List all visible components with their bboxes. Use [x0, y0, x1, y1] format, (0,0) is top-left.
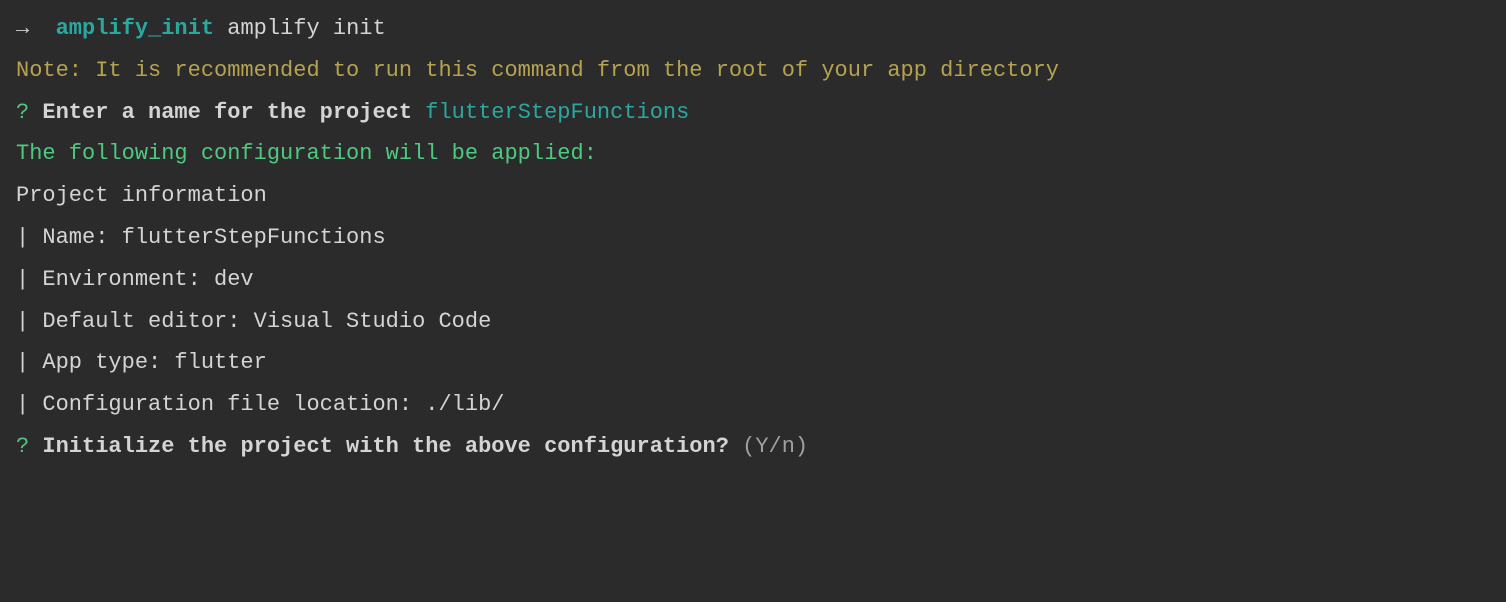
prompt-directory: amplify_init	[56, 16, 214, 41]
note-line: Note: It is recommended to run this comm…	[16, 50, 1490, 92]
question-answer[interactable]: flutterStepFunctions	[425, 100, 689, 125]
config-applied-line: The following configuration will be appl…	[16, 133, 1490, 175]
info-config-location: | Configuration file location: ./lib/	[16, 384, 1490, 426]
info-environment: | Environment: dev	[16, 259, 1490, 301]
question-marker-icon: ?	[16, 100, 29, 125]
info-apptype: | App type: flutter	[16, 342, 1490, 384]
prompt-line: → amplify_init amplify init	[16, 8, 1490, 50]
info-name: | Name: flutterStepFunctions	[16, 217, 1490, 259]
prompt-command[interactable]: amplify init	[214, 16, 386, 41]
info-editor: | Default editor: Visual Studio Code	[16, 301, 1490, 343]
question-project-name: ? Enter a name for the project flutterSt…	[16, 92, 1490, 134]
question-initialize[interactable]: ? Initialize the project with the above …	[16, 426, 1490, 468]
question-marker-icon: ?	[16, 434, 29, 459]
question-hint: (Y/n)	[742, 434, 821, 459]
question-text: Enter a name for the project	[29, 100, 425, 125]
question-text: Initialize the project with the above co…	[29, 434, 742, 459]
prompt-arrow-icon: →	[16, 16, 56, 41]
project-info-header: Project information	[16, 175, 1490, 217]
